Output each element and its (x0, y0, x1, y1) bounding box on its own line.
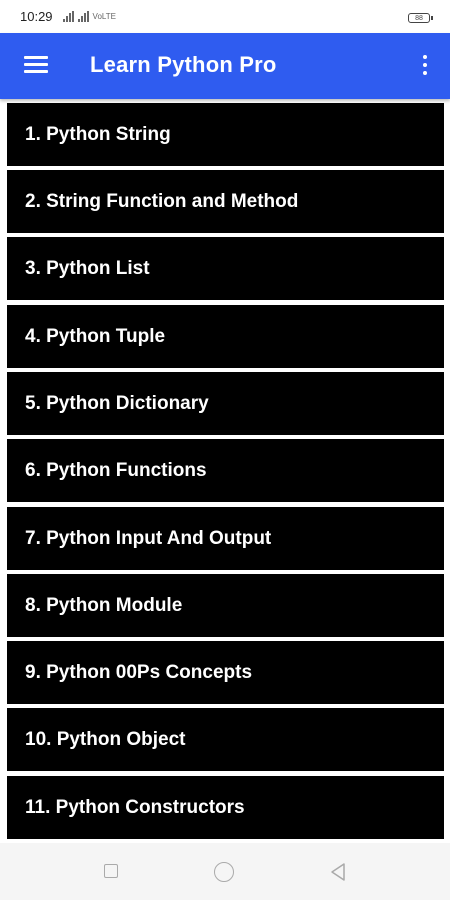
topic-item-string-function[interactable]: 2. String Function and Method (7, 170, 444, 233)
signal-icon (62, 11, 74, 22)
signal-icon-2 (77, 11, 89, 22)
hamburger-menu-icon[interactable] (24, 56, 48, 76)
topic-item-python-functions[interactable]: 6. Python Functions (7, 439, 444, 502)
topic-item-python-tuple[interactable]: 4. Python Tuple (7, 305, 444, 368)
back-triangle-icon[interactable] (329, 862, 347, 882)
topic-item-python-oops[interactable]: 9. Python 00Ps Concepts (7, 641, 444, 704)
topic-item-python-constructors[interactable]: 11. Python Constructors (7, 776, 444, 839)
topic-item-python-string[interactable]: 1. Python String (7, 103, 444, 166)
status-icons: VoLTE (62, 11, 116, 22)
app-bar: Learn Python Pro (0, 33, 450, 99)
topic-item-python-object[interactable]: 10. Python Object (7, 708, 444, 771)
home-circle-icon[interactable] (214, 862, 234, 882)
battery-icon: 88 (408, 13, 433, 23)
system-nav-bar (0, 843, 450, 900)
recents-square-icon[interactable] (104, 864, 118, 878)
status-time: 10:29 (20, 9, 53, 24)
topic-item-python-list[interactable]: 3. Python List (7, 237, 444, 300)
battery-level: 88 (415, 15, 423, 22)
more-vert-icon[interactable] (422, 55, 428, 77)
status-bar: 10:29 VoLTE 88 (0, 0, 450, 33)
network-label: VoLTE (92, 11, 116, 21)
app-title: Learn Python Pro (90, 52, 277, 77)
topic-item-python-input-output[interactable]: 7. Python Input And Output (7, 507, 444, 570)
topic-item-python-module[interactable]: 8. Python Module (7, 574, 444, 637)
topic-item-python-dictionary[interactable]: 5. Python Dictionary (7, 372, 444, 435)
topic-list[interactable]: 1. Python String 2. String Function and … (0, 101, 450, 841)
